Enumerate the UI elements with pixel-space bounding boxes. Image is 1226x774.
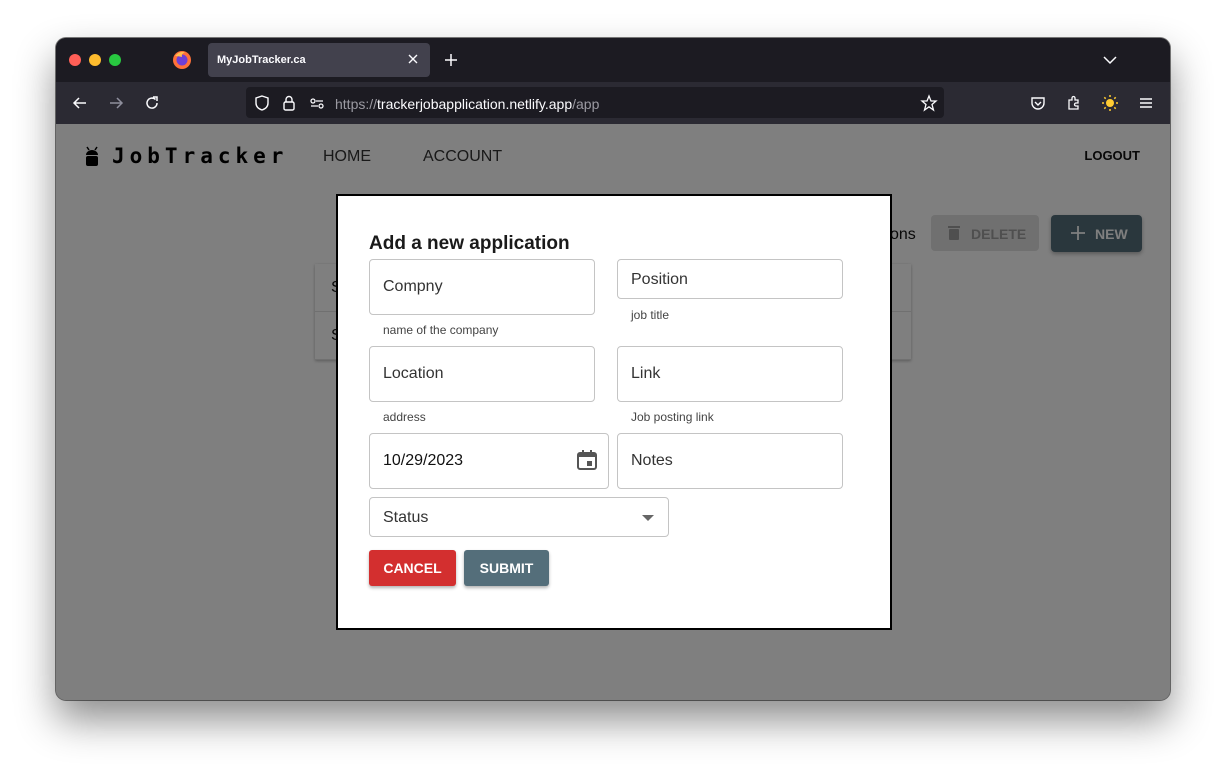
position-helper-text: job title [631,308,670,322]
pocket-icon[interactable] [1029,94,1047,112]
window-close-button[interactable] [69,54,81,66]
notes-field[interactable]: Notes [617,433,843,489]
url-path: /app [572,96,600,112]
page-content: JobTracker HOME ACCOUNT LOGOUT ons DELET… [56,124,1170,700]
company-placeholder: Compny [383,278,443,295]
company-helper-text: name of the company [383,323,499,337]
location-placeholder: Location [383,365,444,382]
link-placeholder: Link [631,365,661,382]
sun-icon[interactable] [1101,94,1119,112]
notes-placeholder: Notes [631,452,673,469]
tab-title: MyJobTracker.ca [217,54,306,66]
permissions-icon[interactable] [308,94,326,112]
link-field[interactable]: Link [617,346,843,402]
status-placeholder: Status [383,509,429,526]
date-value: 10/29/2023 [383,452,464,469]
chevron-down-icon[interactable] [1102,52,1118,68]
date-field[interactable]: 10/29/2023 [369,433,609,489]
dropdown-arrow-icon [642,515,654,521]
status-select[interactable]: Status [369,497,669,537]
url-bar[interactable]: https://trackerjobapplication.netlify.ap… [246,87,944,118]
add-application-dialog: Add a new application Compny name of the… [336,194,892,630]
reload-icon[interactable] [143,94,161,112]
forward-arrow-icon[interactable] [107,94,125,112]
url-scheme: https:// [335,96,378,112]
close-tab-icon[interactable] [404,50,422,68]
window-minimize-button[interactable] [89,54,101,66]
url-text[interactable]: https://trackerjobapplication.netlify.ap… [335,96,599,112]
cancel-button[interactable]: CANCEL [369,550,456,586]
link-helper-text: Job posting link [631,410,714,424]
submit-button[interactable]: SUBMIT [464,550,549,586]
location-field[interactable]: Location [369,346,595,402]
lock-icon[interactable] [280,94,298,112]
location-helper-text: address [383,410,426,424]
nav-bar: https://trackerjobapplication.netlify.ap… [56,82,1170,124]
dialog-title: Add a new application [369,233,570,254]
extensions-icon[interactable] [1065,94,1083,112]
back-arrow-icon[interactable] [71,94,89,112]
position-field[interactable]: Position [617,259,843,299]
firefox-icon [173,51,191,69]
bookmark-star-icon[interactable] [920,94,938,112]
browser-window: MyJobTracker.ca https://trackerjobapplic… [56,38,1170,700]
menu-icon[interactable] [1137,94,1155,112]
window-maximize-button[interactable] [109,54,121,66]
calendar-icon[interactable] [576,449,598,471]
tab-strip: MyJobTracker.ca [56,38,1170,82]
company-field[interactable]: Compny [369,259,595,315]
position-placeholder: Position [631,271,688,288]
shield-icon[interactable] [253,94,271,112]
tab-active[interactable]: MyJobTracker.ca [208,43,430,77]
new-tab-icon[interactable] [442,51,460,69]
url-host: trackerjobapplication.netlify.app [377,96,573,112]
